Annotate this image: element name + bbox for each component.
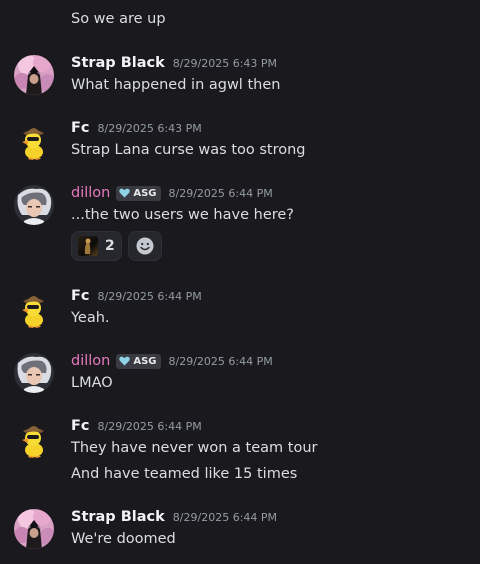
avatar-image-icon [14, 55, 54, 95]
avatar-image-icon [14, 353, 54, 393]
timestamp[interactable]: 8/29/2025 6:44 PM [98, 290, 202, 303]
chat-message-list: So we are up Strap Black 8/29/2025 6:43 … [0, 0, 480, 564]
author-name[interactable]: dillon [71, 353, 110, 369]
message-header: dillon ASG 8/29/2025 6:44 PM [71, 353, 273, 369]
author-name[interactable]: Fc [71, 288, 90, 304]
timestamp[interactable]: 8/29/2025 6:44 PM [169, 187, 273, 200]
heart-icon [119, 356, 131, 366]
message-header: Strap Black 8/29/2025 6:44 PM [71, 509, 277, 525]
message-header: Fc 8/29/2025 6:44 PM [71, 288, 202, 304]
add-reaction-button[interactable] [127, 231, 162, 261]
message-text[interactable]: What happened in agwl then [71, 77, 280, 93]
author-name[interactable]: Strap Black [71, 55, 165, 71]
duck-with-hat-icon [14, 120, 54, 160]
message-text[interactable]: We're doomed [71, 531, 176, 547]
timestamp[interactable]: 8/29/2025 6:43 PM [173, 57, 277, 70]
avatar-fc[interactable] [14, 418, 54, 458]
timestamp[interactable]: 8/29/2025 6:43 PM [98, 122, 202, 135]
timestamp[interactable]: 8/29/2025 6:44 PM [173, 511, 277, 524]
guild-tag[interactable]: ASG [116, 185, 161, 201]
message-text[interactable]: LMAO [71, 375, 113, 391]
avatar-image-icon [14, 185, 54, 225]
avatar-dillon[interactable] [14, 353, 54, 393]
guild-tag-label: ASG [133, 355, 157, 367]
heart-icon [119, 188, 131, 198]
message-header: Strap Black 8/29/2025 6:43 PM [71, 55, 277, 71]
message-text[interactable]: Strap Lana curse was too strong [71, 142, 306, 158]
reactions-bar: 2 [71, 231, 162, 261]
avatar-strap-black[interactable] [14, 509, 54, 549]
custom-emoji-icon [78, 236, 98, 256]
message-text[interactable]: So we are up [71, 11, 166, 27]
message-text[interactable]: ...the two users we have here? [71, 207, 294, 223]
avatar-fc[interactable] [14, 288, 54, 328]
message-header: Fc 8/29/2025 6:43 PM [71, 120, 202, 136]
duck-with-hat-icon [14, 418, 54, 458]
reaction-button[interactable]: 2 [71, 231, 122, 261]
message-header: dillon ASG 8/29/2025 6:44 PM [71, 185, 273, 201]
reaction-count: 2 [105, 238, 115, 254]
message-text[interactable]: Yeah. [71, 310, 110, 326]
author-name[interactable]: Fc [71, 120, 90, 136]
timestamp[interactable]: 8/29/2025 6:44 PM [169, 355, 273, 368]
message-text[interactable]: And have teamed like 15 times [71, 466, 297, 482]
avatar-dillon[interactable] [14, 185, 54, 225]
guild-tag-label: ASG [133, 187, 157, 199]
author-name[interactable]: dillon [71, 185, 110, 201]
avatar-strap-black[interactable] [14, 55, 54, 95]
message-text[interactable]: They have never won a team tour [71, 440, 318, 456]
author-name[interactable]: Fc [71, 418, 90, 434]
timestamp[interactable]: 8/29/2025 6:44 PM [98, 420, 202, 433]
smiley-icon [136, 237, 154, 255]
avatar-fc[interactable] [14, 120, 54, 160]
avatar-image-icon [14, 509, 54, 549]
author-name[interactable]: Strap Black [71, 509, 165, 525]
message-header: Fc 8/29/2025 6:44 PM [71, 418, 202, 434]
guild-tag[interactable]: ASG [116, 353, 161, 369]
duck-with-hat-icon [14, 288, 54, 328]
